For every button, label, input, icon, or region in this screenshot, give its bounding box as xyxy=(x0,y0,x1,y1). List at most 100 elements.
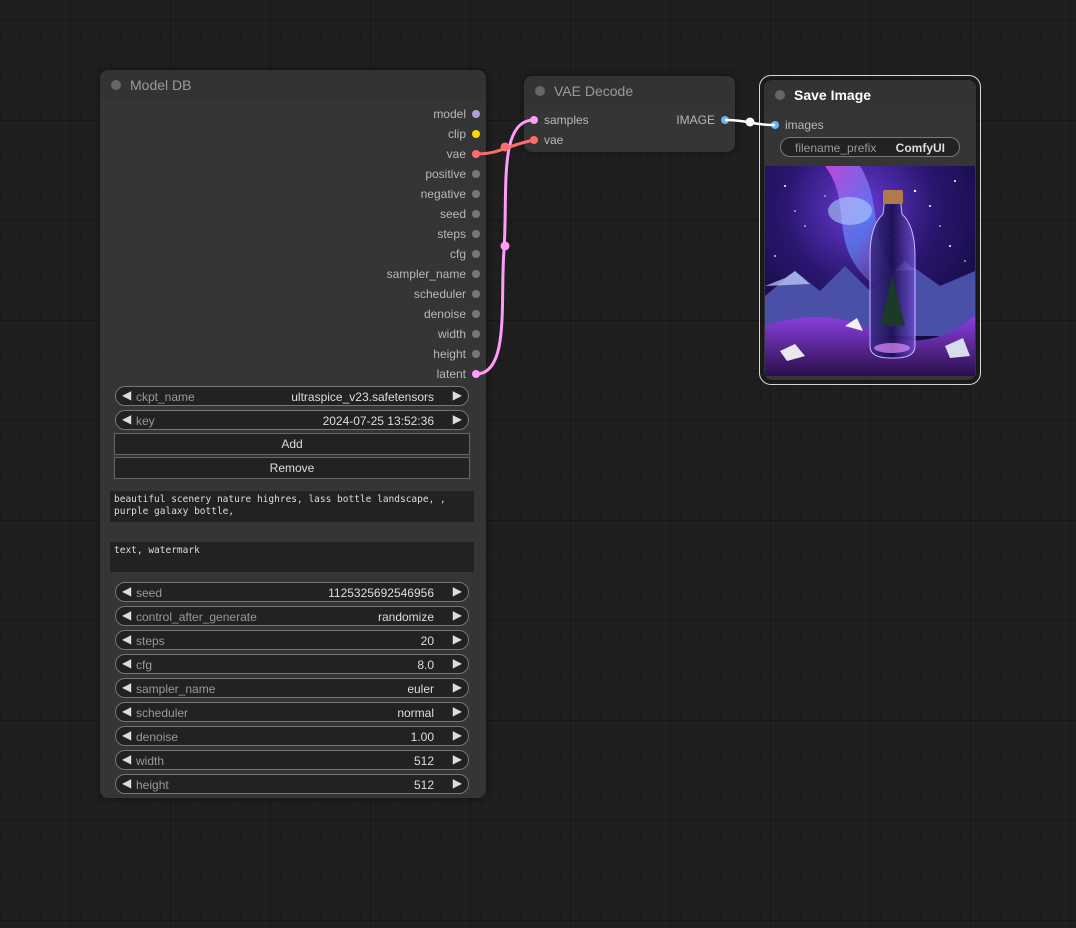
vae-slot-dot-icon[interactable] xyxy=(530,136,538,144)
collapse-dot-icon[interactable] xyxy=(775,90,785,100)
samples-slot-dot-icon[interactable] xyxy=(530,116,538,124)
output-slot-positive[interactable]: positive xyxy=(100,164,486,184)
widget-name: steps xyxy=(136,634,165,648)
key-combo[interactable]: ◀ key 2024-07-25 13:52:36 ▶ xyxy=(115,410,469,430)
galaxy-bottle-image xyxy=(765,166,975,376)
slot-label: scheduler xyxy=(413,287,466,301)
denoise-widget[interactable]: ◀ denoise 1.00 ▶ xyxy=(115,726,469,746)
widget-value: normal xyxy=(397,706,434,720)
image-slot-dot-icon[interactable] xyxy=(721,116,729,124)
scheduler-widget[interactable]: ◀ scheduler normal ▶ xyxy=(115,702,469,722)
decrement-arrow-icon[interactable]: ◀ xyxy=(122,632,134,646)
slot-dot-icon[interactable] xyxy=(472,170,480,178)
widget-name: height xyxy=(136,778,169,792)
increment-arrow-icon[interactable]: ▶ xyxy=(450,608,462,622)
increment-arrow-icon[interactable]: ▶ xyxy=(450,704,462,718)
slot-dot-icon[interactable] xyxy=(472,110,480,118)
ckpt-name-combo[interactable]: ◀ ckpt_name ultraspice_v23.safetensors ▶ xyxy=(115,386,469,406)
decrement-arrow-icon[interactable]: ◀ xyxy=(122,728,134,742)
slot-dot-icon[interactable] xyxy=(472,270,480,278)
slot-dot-icon[interactable] xyxy=(472,150,480,158)
image-preview[interactable] xyxy=(765,166,975,376)
slot-dot-icon[interactable] xyxy=(472,370,480,378)
height-widget[interactable]: ◀ height 512 ▶ xyxy=(115,774,469,794)
slot-label: width xyxy=(437,327,466,341)
widget-name: sampler_name xyxy=(136,682,216,696)
widget-value: randomize xyxy=(377,610,434,624)
decrement-arrow-icon[interactable]: ◀ xyxy=(122,752,134,766)
output-slot-negative[interactable]: negative xyxy=(100,184,486,204)
image-output-slot[interactable]: IMAGE xyxy=(635,110,735,130)
positive-prompt-textarea[interactable]: beautiful scenery nature highres, lass b… xyxy=(110,491,474,522)
seed-widget[interactable]: ◀ seed 1125325692546956 ▶ xyxy=(115,582,469,602)
slot-dot-icon[interactable] xyxy=(472,310,480,318)
output-slot-scheduler[interactable]: scheduler xyxy=(100,284,486,304)
increment-arrow-icon[interactable]: ▶ xyxy=(450,776,462,790)
increment-arrow-icon[interactable]: ▶ xyxy=(450,680,462,694)
output-slot-clip[interactable]: clip xyxy=(100,124,486,144)
add-button[interactable]: Add xyxy=(114,433,470,455)
filename-prefix-input[interactable]: filename_prefix ComfyUI xyxy=(780,137,960,157)
output-slot-model[interactable]: model xyxy=(100,104,486,124)
increment-arrow-icon[interactable]: ▶ xyxy=(450,656,462,670)
increment-arrow-icon[interactable]: ▶ xyxy=(450,752,462,766)
widget-value: 8.0 xyxy=(417,658,434,672)
negative-prompt-textarea[interactable]: text, watermark xyxy=(110,542,474,572)
vae-decode-node[interactable]: VAE Decode samples vae IMAGE xyxy=(524,76,735,152)
steps-widget[interactable]: ◀ steps 20 ▶ xyxy=(115,630,469,650)
slot-dot-icon[interactable] xyxy=(472,290,480,298)
increment-arrow-icon[interactable]: ▶ xyxy=(450,728,462,742)
slot-dot-icon[interactable] xyxy=(472,230,480,238)
slot-dot-icon[interactable] xyxy=(472,190,480,198)
increment-arrow-icon[interactable]: ▶ xyxy=(450,388,462,402)
width-widget[interactable]: ◀ width 512 ▶ xyxy=(115,750,469,770)
slot-dot-icon[interactable] xyxy=(472,330,480,338)
collapse-dot-icon[interactable] xyxy=(535,86,545,96)
decrement-arrow-icon[interactable]: ◀ xyxy=(122,776,134,790)
decrement-arrow-icon[interactable]: ◀ xyxy=(122,704,134,718)
slot-label: vae xyxy=(446,147,466,161)
output-slot-width[interactable]: width xyxy=(100,324,486,344)
output-slot-steps[interactable]: steps xyxy=(100,224,486,244)
control-after-generate-widget[interactable]: ◀ control_after_generate randomize ▶ xyxy=(115,606,469,626)
increment-arrow-icon[interactable]: ▶ xyxy=(450,584,462,598)
slot-dot-icon[interactable] xyxy=(472,350,480,358)
decrement-arrow-icon[interactable]: ◀ xyxy=(122,584,134,598)
output-slot-cfg[interactable]: cfg xyxy=(100,244,486,264)
model-db-title-bar[interactable]: Model DB xyxy=(100,70,486,100)
slot-label: height xyxy=(433,347,466,361)
widget-value: ultraspice_v23.safetensors xyxy=(291,390,434,404)
increment-arrow-icon[interactable]: ▶ xyxy=(450,632,462,646)
output-slot-latent[interactable]: latent xyxy=(100,364,486,384)
save-image-node[interactable]: Save Image images filename_prefix ComfyU… xyxy=(764,80,976,380)
slot-dot-icon[interactable] xyxy=(472,130,480,138)
output-slot-sampler-name[interactable]: sampler_name xyxy=(100,264,486,284)
collapse-dot-icon[interactable] xyxy=(111,80,121,90)
decrement-arrow-icon[interactable]: ◀ xyxy=(122,388,134,402)
images-slot-dot-icon[interactable] xyxy=(771,121,779,129)
decrement-arrow-icon[interactable]: ◀ xyxy=(122,608,134,622)
output-slot-vae[interactable]: vae xyxy=(100,144,486,164)
output-slot-height[interactable]: height xyxy=(100,344,486,364)
save-image-title-bar[interactable]: Save Image xyxy=(764,80,976,110)
slot-label: sampler_name xyxy=(386,267,466,281)
model-db-node[interactable]: Model DB model clip vae positive negative see… xyxy=(100,70,486,798)
widget-name: width xyxy=(136,754,165,768)
output-slot-denoise[interactable]: denoise xyxy=(100,304,486,324)
increment-arrow-icon[interactable]: ▶ xyxy=(450,412,462,426)
decrement-arrow-icon[interactable]: ◀ xyxy=(122,412,134,426)
images-input-slot[interactable]: images xyxy=(764,115,976,135)
vae-decode-title-bar[interactable]: VAE Decode xyxy=(524,76,735,106)
node-graph-canvas[interactable]: Model DB model clip vae positive negative see… xyxy=(0,0,1076,928)
decrement-arrow-icon[interactable]: ◀ xyxy=(122,680,134,694)
slot-dot-icon[interactable] xyxy=(472,250,480,258)
sampler-name-widget[interactable]: ◀ sampler_name euler ▶ xyxy=(115,678,469,698)
slot-dot-icon[interactable] xyxy=(472,210,480,218)
cfg-widget[interactable]: ◀ cfg 8.0 ▶ xyxy=(115,654,469,674)
slot-label: samples xyxy=(544,113,589,127)
decrement-arrow-icon[interactable]: ◀ xyxy=(122,656,134,670)
vae-input-slot[interactable]: vae xyxy=(524,130,735,150)
remove-button[interactable]: Remove xyxy=(114,457,470,479)
output-slot-seed[interactable]: seed xyxy=(100,204,486,224)
widget-value: 1125325692546956 xyxy=(328,586,434,600)
